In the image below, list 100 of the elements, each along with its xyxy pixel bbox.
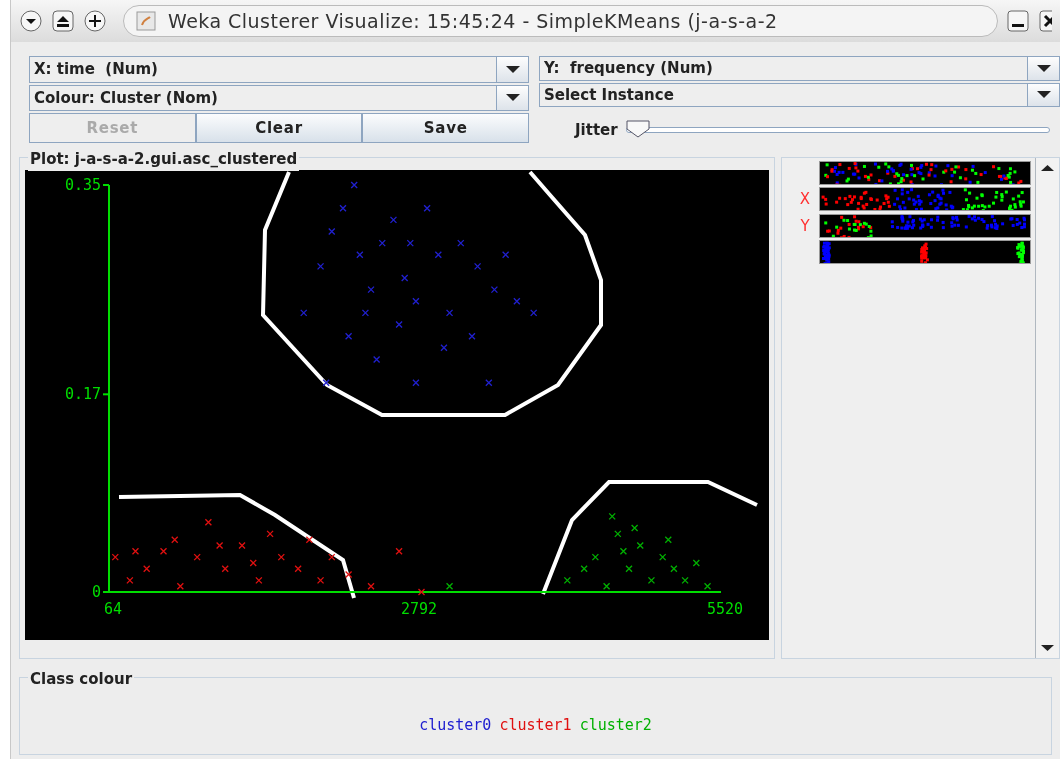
data-point [389, 216, 398, 224]
data-point [215, 541, 224, 550]
data-point [457, 239, 465, 247]
y-tick-label: 0.17 [64, 385, 101, 404]
data-point [328, 227, 336, 236]
y-tick-label: 0.35 [64, 176, 101, 194]
data-point [126, 576, 134, 584]
data-point [473, 262, 482, 271]
cluster-label: cluster2 [579, 714, 652, 736]
data-point [445, 309, 454, 317]
window-title: Weka Clusterer Visualize: 15:45:24 - SimpleKMeans (j-a-s-a-2 [123, 5, 998, 37]
y-tick-label: 0 [91, 583, 101, 601]
instance-select[interactable]: Select Instance [539, 82, 1060, 107]
minimize-icon[interactable] [1006, 9, 1030, 33]
data-point [328, 553, 336, 561]
x-axis-select[interactable]: X: time (Num) [29, 56, 529, 83]
data-point [445, 582, 454, 590]
data-point [221, 565, 229, 573]
cluster-label: cluster1 [499, 714, 572, 736]
data-point [266, 530, 274, 538]
jitter-label: Jitter [575, 119, 618, 141]
attribute-bar[interactable] [820, 188, 1030, 211]
data-point [350, 181, 358, 189]
x-tick-label: 2792 [400, 600, 438, 618]
y-axis-select[interactable]: Y: frequency (Num) [539, 56, 1060, 81]
data-point [255, 576, 263, 584]
data-point [238, 541, 246, 550]
colour-select[interactable]: Colour: Cluster (Nom) [29, 84, 529, 111]
data-point [249, 559, 257, 567]
data-point [344, 570, 353, 579]
data-point [670, 565, 678, 573]
data-point [440, 344, 448, 352]
axis-marker: Y [800, 215, 810, 237]
data-point [434, 251, 442, 259]
data-point [401, 274, 409, 282]
data-point [659, 553, 667, 561]
data-point [356, 251, 364, 259]
data-point [417, 588, 426, 596]
attribute-bar[interactable] [820, 162, 1030, 184]
data-point [111, 553, 119, 561]
dropdown-arrow-icon [1036, 91, 1051, 99]
data-point [322, 379, 330, 387]
data-point [681, 576, 689, 584]
axis-marker: X [799, 189, 811, 210]
data-point [406, 239, 414, 247]
data-point [625, 565, 633, 573]
data-point [602, 582, 611, 590]
data-point [563, 576, 571, 584]
data-point [412, 379, 420, 387]
data-point [530, 309, 538, 317]
data-point [619, 547, 628, 555]
window-menu-icon[interactable] [19, 9, 43, 33]
data-point [490, 286, 499, 294]
data-point [692, 559, 700, 567]
data-point [513, 297, 521, 305]
data-point [631, 524, 639, 532]
data-point [591, 553, 599, 561]
data-point [395, 547, 403, 555]
data-point [316, 262, 325, 271]
data-point [647, 576, 656, 584]
attribute-bar[interactable] [820, 241, 1030, 263]
data-point [131, 547, 140, 555]
data-point [367, 582, 375, 590]
data-point [344, 332, 353, 340]
action-button[interactable]: Clear [195, 113, 363, 143]
close-icon[interactable] [1038, 9, 1052, 33]
slider-thumb[interactable] [625, 120, 650, 138]
data-point [664, 536, 672, 544]
x-tick-label: 64 [103, 600, 123, 618]
data-point [412, 297, 420, 305]
cluster-label: cluster0 [419, 714, 492, 736]
data-point [614, 530, 622, 538]
data-point [316, 576, 325, 584]
data-point [300, 309, 308, 317]
data-point [468, 332, 476, 340]
data-point [367, 286, 375, 294]
data-point [580, 565, 588, 573]
data-point [373, 355, 381, 364]
dropdown-arrow-icon [505, 65, 520, 73]
data-point [636, 541, 644, 550]
data-point [423, 204, 431, 212]
data-point [339, 204, 347, 212]
data-point [176, 582, 184, 590]
x-tick-label: 5520 [706, 600, 744, 618]
action-button[interactable]: Save [362, 113, 529, 143]
data-point [143, 565, 151, 573]
data-point [485, 379, 493, 387]
data-point [171, 536, 179, 544]
data-point [193, 553, 201, 561]
data-point [378, 239, 386, 247]
data-point [395, 320, 403, 329]
data-point [361, 309, 370, 317]
jitter-slider[interactable] [625, 120, 1050, 140]
attribute-bar[interactable] [820, 214, 1030, 237]
data-point [159, 547, 168, 555]
data-point [502, 251, 510, 259]
data-point [305, 536, 313, 544]
dropdown-arrow-icon [505, 94, 520, 102]
data-point [294, 565, 302, 573]
data-point [277, 553, 285, 561]
